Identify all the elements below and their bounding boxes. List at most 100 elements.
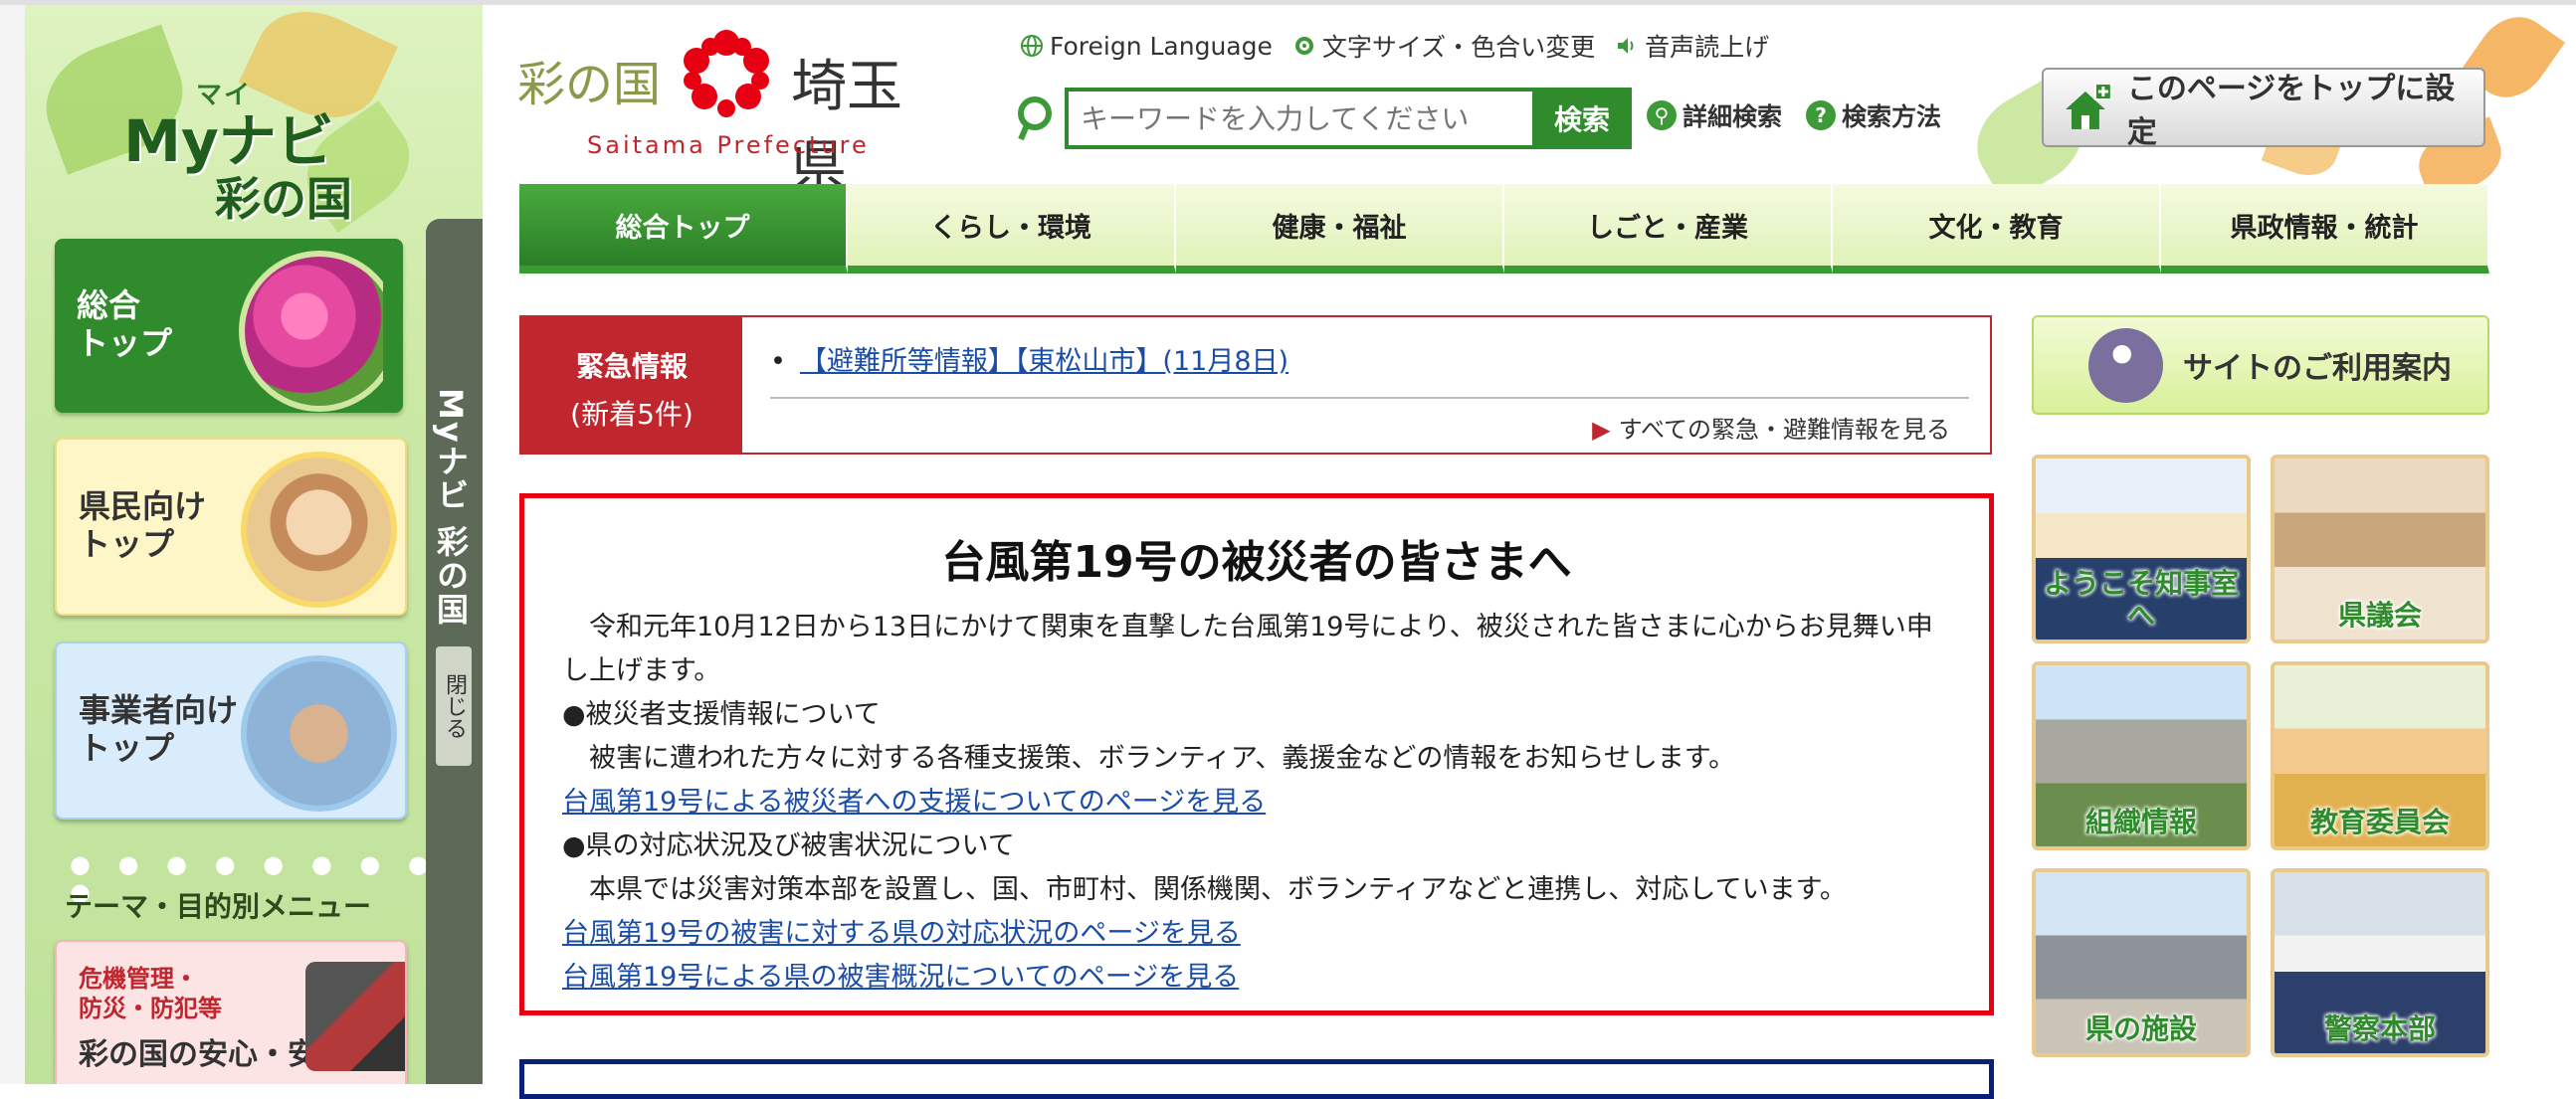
card-label-line2: トップ	[77, 324, 173, 362]
tile-caption: 教育委員会	[2309, 806, 2450, 838]
speaker-icon	[1618, 38, 1634, 54]
safety-line2: 防災・防犯等	[79, 995, 222, 1022]
globe-icon	[1021, 35, 1043, 57]
advanced-search-label: 詳細検索	[1683, 102, 1783, 131]
tile-facilities[interactable]: 県の施設	[2032, 868, 2251, 1057]
tile-organization[interactable]: 組織情報	[2032, 661, 2251, 850]
nav-tab-culture[interactable]: 文化・教育	[1833, 184, 2161, 274]
tile-police[interactable]: 警察本部	[2271, 868, 2489, 1057]
emergency-count: (新着5件)	[570, 398, 694, 431]
notice-title: 台風第19号の被災者の皆さまへ	[941, 537, 1572, 588]
sidebar-tab-label: Myナビ 彩の国	[432, 388, 470, 627]
global-nav: 総合トップ くらし・環境 健康・福祉 しごと・産業 文化・教育 県政情報・統計	[519, 184, 2489, 274]
search-button[interactable]: 検索	[1532, 88, 1632, 149]
search-howto-label: 検索方法	[1842, 102, 1942, 131]
business-top-card[interactable]: 事業者向け トップ	[55, 641, 407, 820]
safety-photo	[305, 962, 405, 1071]
card-label: 県民向け トップ	[79, 487, 206, 563]
card-label-line1: 県民向け	[79, 487, 207, 525]
card-label: 総合 トップ	[77, 286, 172, 362]
flower-photo	[239, 251, 400, 412]
notice-status-text: 本県では災害対策本部を設置し、国、市町村、関係機関、ボランティアなどと連携し、対…	[562, 874, 1847, 905]
tile-governor[interactable]: ようこそ知事室へ	[2032, 455, 2251, 643]
damage-overview-link[interactable]: 台風第19号による県の被害概況についてのページを見る	[562, 956, 1951, 1000]
sidebar-close-button[interactable]: 閉じる	[436, 646, 472, 766]
site-guide-button[interactable]: サイトのご利用案内	[2032, 315, 2489, 415]
foreign-language-link[interactable]: Foreign Language	[1020, 32, 1273, 61]
bullet-icon: •	[770, 346, 786, 377]
sidebar-toggle-tab[interactable]: Myナビ 彩の国 閉じる	[426, 219, 483, 1084]
emergency-label: 緊急情報 (新着5件)	[521, 317, 742, 453]
nav-tab-health[interactable]: 健康・福祉	[1176, 184, 1504, 274]
logo-ruby: マイ	[195, 81, 252, 110]
site-guide-label: サイトのご利用案内	[2183, 351, 2452, 386]
search-input[interactable]	[1065, 88, 1532, 149]
safety-card[interactable]: 危機管理・ 防災・防犯等 彩の国の安心・安全	[55, 940, 407, 1084]
magnifier-icon: ⚲	[1647, 100, 1677, 130]
family-photo	[241, 452, 397, 608]
card-label-line2: トップ	[79, 525, 175, 563]
card-label-line1: 事業者向け	[79, 691, 239, 729]
notice-intro: 令和元年10月12日から13日にかけて関東を直撃した台風第19号により、被災され…	[562, 612, 1933, 686]
left-gutter	[0, 5, 25, 1084]
quick-link-tiles: ようこそ知事室へ 県議会 組織情報 教育委員会 県の施設 警察本部	[2032, 455, 2489, 1057]
advanced-search-link[interactable]: ⚲ 詳細検索	[1647, 97, 1782, 133]
typhoon-notice-box: 台風第19号の被災者の皆さまへ 令和元年10月12日から13日にかけて関東を直撃…	[519, 493, 1994, 1015]
nav-tab-prefgov[interactable]: 県政情報・統計	[2161, 184, 2489, 274]
emergency-title: 緊急情報	[575, 350, 688, 383]
emergency-item[interactable]: • 【避難所等情報】【東松山市】(11月8日)	[770, 339, 1288, 378]
tile-caption: 県議会	[2337, 599, 2422, 632]
support-page-link[interactable]: 台風第19号による被災者への支援についてのページを見る	[562, 781, 1951, 824]
logo-main: Myナビ	[123, 107, 334, 175]
search-howto-link[interactable]: ? 検索方法	[1806, 97, 1941, 133]
response-status-link[interactable]: 台風第19号の被害に対する県の対応状況のページを見る	[562, 912, 1951, 956]
tile-assembly[interactable]: 県議会	[2271, 455, 2489, 643]
arrow-icon	[383, 239, 403, 413]
font-size-color-label: 文字サイズ・色合い変更	[1321, 33, 1596, 62]
voice-reading-link[interactable]: 音声読上げ	[1615, 28, 1769, 64]
notice-section-status: ●県の対応状況及び被害状況について	[562, 830, 1015, 861]
question-icon: ?	[1806, 100, 1837, 130]
tile-caption: 組織情報	[2084, 806, 2197, 838]
gear-icon	[1294, 37, 1313, 55]
all-emergency-label: すべての緊急・避難情報を見る	[1618, 416, 1950, 444]
nav-tab-general-top[interactable]: 総合トップ	[519, 184, 848, 274]
general-top-card[interactable]: 総合 トップ	[55, 239, 403, 413]
font-size-color-link[interactable]: 文字サイズ・色合い変更	[1292, 28, 1595, 64]
logo-irodori: 彩の国	[517, 57, 662, 112]
primrose-emblem-icon	[684, 30, 769, 117]
house-plus-icon	[2065, 84, 2112, 129]
nav-tab-work[interactable]: しごと・産業	[1504, 184, 1833, 274]
theme-menu-heading: テーマ・目的別メニュー	[65, 890, 372, 923]
card-label-line2: トップ	[79, 729, 175, 767]
logo-prefecture: 埼玉県	[791, 55, 902, 200]
emergency-item-link[interactable]: 【避難所等情報】【東松山市】(11月8日)	[800, 346, 1288, 377]
logo-sub: 彩の国	[215, 172, 352, 226]
mascot-bird-icon	[2088, 327, 2163, 403]
card-label: 事業者向け トップ	[79, 691, 238, 767]
my-navi-sidebar: マイ Myナビ 彩の国 総合 トップ 県民向け トップ 事業者向け トップ ● …	[25, 5, 483, 1084]
next-content-box	[519, 1059, 1994, 1099]
search-bar: 検索	[1015, 88, 1632, 149]
safety-line1: 危機管理・	[79, 965, 198, 993]
tile-caption: ようこそ知事室へ	[2043, 567, 2239, 632]
nav-tab-living[interactable]: くらし・環境	[848, 184, 1176, 274]
notice-section-support: ●被災者支援情報について	[562, 699, 881, 730]
all-emergency-link[interactable]: ▶ すべての緊急・避難情報を見る	[1592, 410, 1950, 445]
residents-top-card[interactable]: 県民向け トップ	[55, 438, 407, 616]
emergency-info-box: 緊急情報 (新着5件) • 【避難所等情報】【東松山市】(11月8日) ▶ すべての…	[519, 315, 1992, 455]
saitama-logo[interactable]: 彩の国 埼玉県 Saitama Prefecture	[517, 20, 955, 200]
safety-card-label: 危機管理・ 防災・防犯等	[79, 964, 222, 1023]
set-as-homepage-button[interactable]: このページをトップに設定	[2042, 68, 2485, 150]
notice-support-text: 被害に遭われた方々に対する各種支援策、ボランティア、義援金などの情報をお知らせし…	[562, 743, 1736, 774]
card-label-line1: 総合	[77, 286, 141, 324]
foreign-language-label: Foreign Language	[1050, 31, 1273, 61]
divider	[770, 397, 1969, 399]
tile-education-board[interactable]: 教育委員会	[2271, 661, 2489, 850]
handshake-photo	[241, 655, 397, 812]
logo-english: Saitama Prefecture	[587, 131, 870, 159]
my-navi-logo[interactable]: マイ Myナビ 彩の国	[95, 75, 393, 226]
triangle-right-icon: ▶	[1592, 416, 1611, 444]
tile-caption: 警察本部	[2323, 1012, 2436, 1045]
voice-reading-label: 音声読上げ	[1645, 33, 1770, 62]
